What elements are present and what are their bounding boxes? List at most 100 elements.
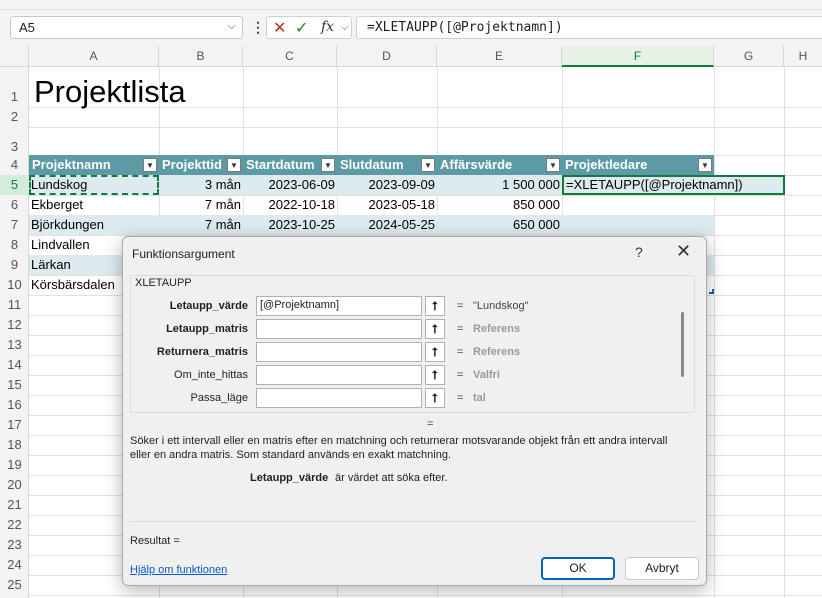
collapse-dialog-icon[interactable]: ⭡ <box>425 342 445 362</box>
arg-input-letaupp-matris[interactable] <box>256 319 422 339</box>
sheet-title[interactable]: Projektlista <box>34 74 186 110</box>
arg-label-passa-lage: Passa_läge <box>190 392 249 404</box>
row-header[interactable]: 5 <box>0 175 29 195</box>
row-header[interactable]: 24 <box>0 555 29 575</box>
insert-function-icon[interactable]: fx <box>321 19 334 35</box>
row-header[interactable]: 14 <box>0 355 29 375</box>
more-icon[interactable]: ⋮ <box>251 19 265 36</box>
filter-dropdown-icon[interactable]: ▼ <box>227 158 241 172</box>
cell-slutdatum[interactable]: 2024-05-25 <box>337 215 436 235</box>
name-box[interactable]: A5 ⌵ <box>10 16 243 39</box>
gridline <box>29 127 822 128</box>
cell-slutdatum[interactable]: 2023-05-18 <box>337 195 436 215</box>
column-header[interactable]: G <box>714 46 784 67</box>
cell-affarsvarde[interactable]: 850 000 <box>437 195 560 215</box>
header-label: Startdatum <box>246 157 315 172</box>
row-header[interactable]: 18 <box>0 435 29 455</box>
cancel-icon[interactable]: ✕ <box>273 18 286 38</box>
column-headers: A B C D E F G H <box>0 46 822 67</box>
row-header[interactable]: 8 <box>0 235 29 255</box>
help-link[interactable]: Hjälp om funktionen <box>130 564 227 576</box>
row-header[interactable]: 17 <box>0 415 29 435</box>
name-box-value: A5 <box>19 20 35 35</box>
cancel-button[interactable]: Avbryt <box>625 557 699 580</box>
table-header-projektledare[interactable]: Projektledare ▼ <box>562 155 714 175</box>
enter-icon[interactable]: ✓ <box>295 18 308 38</box>
column-header-selected[interactable]: F <box>562 46 714 67</box>
cell-affarsvarde[interactable]: 1 500 000 <box>437 175 560 195</box>
cell-projekttid[interactable]: 7 mån <box>159 195 241 215</box>
chevron-down-icon[interactable]: ⌵ <box>228 20 236 33</box>
header-label: Projektledare <box>565 157 648 172</box>
row-header[interactable]: 4 <box>0 155 29 175</box>
table-resize-handle[interactable] <box>709 289 714 294</box>
cell-startdatum[interactable]: 2023-06-09 <box>243 175 336 195</box>
row-header[interactable]: 2 <box>0 107 29 127</box>
row-header[interactable]: 3 <box>0 127 29 155</box>
filter-dropdown-icon[interactable]: ▼ <box>321 158 335 172</box>
cell-projekttid[interactable]: 7 mån <box>159 215 241 235</box>
select-all-corner[interactable] <box>0 46 29 67</box>
cell-projektnamn[interactable]: Björkdungen <box>31 215 159 235</box>
arg-input-passa-lage[interactable] <box>256 388 422 408</box>
row-header[interactable]: 13 <box>0 335 29 355</box>
column-header[interactable]: B <box>159 46 243 67</box>
filter-dropdown-icon[interactable]: ▼ <box>143 158 157 172</box>
row-header[interactable]: 19 <box>0 455 29 475</box>
filter-dropdown-icon[interactable]: ▼ <box>698 158 712 172</box>
column-header[interactable]: C <box>243 46 337 67</box>
cell-affarsvarde[interactable]: 650 000 <box>437 215 560 235</box>
close-icon[interactable]: ✕ <box>676 241 691 262</box>
collapse-dialog-icon[interactable]: ⭡ <box>425 296 445 316</box>
cell-startdatum[interactable]: 2023-10-25 <box>243 215 336 235</box>
arg-input-returnera-matris[interactable] <box>256 342 422 362</box>
row-header[interactable]: 9 <box>0 255 29 275</box>
collapse-dialog-icon[interactable]: ⭡ <box>425 319 445 339</box>
cell-slutdatum[interactable]: 2023-09-09 <box>337 175 436 195</box>
filter-dropdown-icon[interactable]: ▼ <box>421 158 435 172</box>
row-header[interactable]: 21 <box>0 495 29 515</box>
result-label: Resultat = <box>130 535 180 547</box>
row-header[interactable]: 6 <box>0 195 29 215</box>
row-header[interactable]: 25 <box>0 575 29 595</box>
row-header[interactable]: 11 <box>0 295 29 315</box>
column-header[interactable]: A <box>29 46 159 67</box>
column-header[interactable]: D <box>337 46 437 67</box>
copy-marquee-cell <box>29 175 159 195</box>
table-header-affarsvarde[interactable]: Affärsvärde ▼ <box>437 155 562 175</box>
row-header[interactable]: 20 <box>0 475 29 495</box>
row-header[interactable]: 12 <box>0 315 29 335</box>
chevron-down-icon[interactable]: ⌵ <box>341 22 349 33</box>
cell-projektnamn[interactable]: Ekberget <box>31 195 159 215</box>
column-header[interactable]: H <box>784 46 822 67</box>
arg-result: "Lundskog" <box>473 300 529 312</box>
cell-startdatum[interactable]: 2022-10-18 <box>243 195 336 215</box>
row-header[interactable]: 16 <box>0 395 29 415</box>
arg-equals: = <box>457 392 464 404</box>
arg-label-returnera-matris: Returnera_matris <box>156 346 248 358</box>
filter-dropdown-icon[interactable]: ▼ <box>546 158 560 172</box>
table-row: Ekberget 7 mån 2022-10-18 2023-05-18 850… <box>29 195 714 215</box>
row-header[interactable]: 23 <box>0 535 29 555</box>
collapse-dialog-icon[interactable]: ⭡ <box>425 388 445 408</box>
row-header[interactable]: 22 <box>0 515 29 535</box>
row-header[interactable]: 1 <box>0 67 29 107</box>
row-header[interactable]: 10 <box>0 275 29 295</box>
arg-input-letaupp-varde[interactable]: [@Projektnamn] <box>256 296 422 316</box>
column-header[interactable]: E <box>437 46 562 67</box>
arg-input-om-inte-hittas[interactable] <box>256 365 422 385</box>
collapse-dialog-icon[interactable]: ⭡ <box>425 365 445 385</box>
ok-button[interactable]: OK <box>541 557 615 580</box>
table-header-projektnamn[interactable]: Projektnamn ▼ <box>29 155 159 175</box>
dialog-title: Funktionsargument <box>132 247 235 261</box>
table-header-startdatum[interactable]: Startdatum ▼ <box>243 155 337 175</box>
row-header[interactable]: 7 <box>0 215 29 235</box>
editing-cell[interactable]: =XLETAUPP([@Projektnamn]) <box>562 175 785 195</box>
row-header[interactable]: 15 <box>0 375 29 395</box>
table-header-slutdatum[interactable]: Slutdatum ▼ <box>337 155 437 175</box>
args-scrollbar[interactable] <box>681 312 684 377</box>
table-header-projekttid[interactable]: Projekttid ▼ <box>159 155 243 175</box>
formula-input[interactable]: =XLETAUPP([@Projektnamn]) <box>356 16 822 39</box>
help-icon[interactable]: ? <box>635 244 643 260</box>
cell-projekttid[interactable]: 3 mån <box>159 175 241 195</box>
